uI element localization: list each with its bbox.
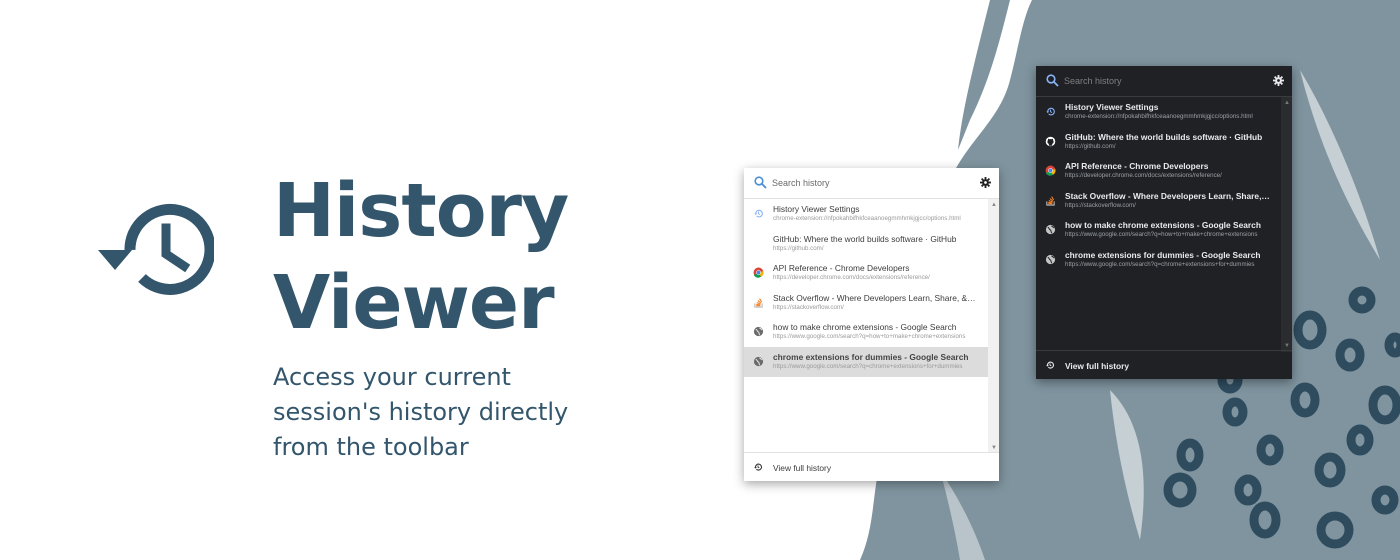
globe-icon	[1045, 225, 1056, 235]
item-url: https://www.google.com/search?q=how+to+m…	[773, 333, 966, 341]
title-line-1: History	[273, 168, 569, 254]
item-title: History Viewer Settings	[1065, 102, 1159, 112]
history-item[interactable]: API Reference - Chrome Developers https:…	[744, 258, 988, 288]
footer-label: View full history	[773, 463, 832, 473]
item-url: https://developer.chrome.com/docs/extens…	[773, 274, 930, 282]
item-title: Stack Overflow - Where Developers Learn,…	[773, 292, 978, 303]
item-url: https://www.google.com/search?q=how+to+m…	[1065, 231, 1258, 239]
globe-icon	[1045, 254, 1056, 265]
history-popup-dark: History Viewer Settings chrome-extension…	[1036, 66, 1292, 379]
history-popup-light: History Viewer Settings chrome-extension…	[744, 168, 999, 481]
item-title: GitHub: Where the world builds software …	[773, 233, 957, 244]
item-title: History Viewer Settings	[773, 204, 860, 214]
item-url: https://github.com/	[773, 244, 824, 252]
item-url: chrome-extension://nfpokahbifhkfceaanoeg…	[1065, 113, 1253, 120]
history-item[interactable]: how to make chrome extensions - Google S…	[1036, 215, 1281, 245]
chrome-icon	[753, 267, 764, 278]
item-url: https://www.google.com/search?q=chrome+e…	[773, 362, 963, 370]
item-title: how to make chrome extensions - Google S…	[773, 322, 957, 333]
history-icon	[1046, 107, 1055, 116]
scroll-up-arrow-icon[interactable]: ▲	[991, 202, 997, 208]
history-icon	[754, 463, 763, 471]
chrome-icon	[1045, 165, 1056, 176]
history-item[interactable]: API Reference - Chrome Developers https:…	[1036, 156, 1281, 186]
history-item-selected[interactable]: chrome extensions for dummies - Google S…	[744, 346, 988, 377]
search-icon	[754, 176, 767, 189]
history-item[interactable]: Stack Overflow - Where Developers Learn,…	[1036, 186, 1281, 216]
view-full-history-button[interactable]: View full history	[1036, 350, 1292, 379]
stackoverflow-icon	[1046, 196, 1055, 206]
view-full-history-button[interactable]: View full history	[744, 452, 999, 481]
history-item[interactable]: History Viewer Settings chrome-extension…	[744, 199, 988, 229]
item-url: chrome-extension://nfpokahbifhkfceaanoeg…	[773, 215, 961, 222]
history-item[interactable]: GitHub: Where the world builds software …	[744, 229, 988, 259]
page-subtitle: Access your current session's history di…	[273, 363, 569, 461]
search-icon	[1046, 74, 1059, 87]
history-item[interactable]: History Viewer Settings chrome-extension…	[1036, 97, 1281, 127]
search-bar	[744, 168, 999, 199]
scroll-down-arrow-icon[interactable]: ▼	[991, 445, 997, 451]
scroll-down-arrow-icon[interactable]: ▼	[1284, 343, 1290, 349]
item-title: how to make chrome extensions - Google S…	[1065, 220, 1261, 231]
history-item[interactable]: chrome extensions for dummies - Google S…	[1036, 245, 1281, 275]
item-url: https://www.google.com/search?q=chrome+e…	[1065, 260, 1255, 268]
footer-label: View full history	[1065, 361, 1130, 371]
title-line-2: Viewer	[273, 260, 555, 346]
item-title: API Reference - Chrome Developers	[773, 263, 910, 274]
globe-icon	[753, 356, 764, 367]
item-title: chrome extensions for dummies - Google S…	[1065, 249, 1261, 260]
history-list: History Viewer Settings chrome-extension…	[744, 199, 988, 377]
history-item[interactable]: GitHub: Where the world builds software …	[1036, 127, 1281, 157]
search-input[interactable]	[772, 173, 962, 193]
history-icon	[1046, 361, 1055, 369]
github-icon	[753, 238, 764, 248]
history-icon	[98, 203, 214, 295]
stackoverflow-icon	[754, 298, 763, 308]
item-url: https://stackoverflow.com/	[773, 303, 844, 311]
globe-icon	[753, 327, 764, 337]
search-bar	[1036, 66, 1292, 97]
item-url: https://github.com/	[1065, 142, 1116, 150]
item-title: GitHub: Where the world builds software …	[1065, 131, 1263, 142]
history-list: History Viewer Settings chrome-extension…	[1036, 97, 1281, 275]
scroll-up-arrow-icon[interactable]: ▲	[1284, 100, 1290, 106]
item-url: https://stackoverflow.com/	[1065, 201, 1136, 209]
item-title: API Reference - Chrome Developers	[1065, 161, 1209, 172]
item-title: chrome extensions for dummies - Google S…	[773, 351, 969, 362]
history-item[interactable]: Stack Overflow - Where Developers Learn,…	[744, 288, 988, 318]
scrollbar[interactable]: ▲ ▼	[1281, 97, 1292, 352]
gear-icon[interactable]	[1273, 75, 1284, 86]
item-url: https://developer.chrome.com/docs/extens…	[1065, 172, 1222, 180]
gear-icon[interactable]	[980, 177, 991, 188]
search-input[interactable]	[1064, 71, 1254, 91]
page-title: History Viewer	[273, 165, 569, 349]
item-title: Stack Overflow - Where Developers Learn,…	[1065, 190, 1271, 201]
history-icon	[754, 209, 763, 218]
github-icon	[1045, 136, 1056, 146]
history-item[interactable]: how to make chrome extensions - Google S…	[744, 317, 988, 347]
scrollbar[interactable]: ▲ ▼	[988, 199, 999, 454]
